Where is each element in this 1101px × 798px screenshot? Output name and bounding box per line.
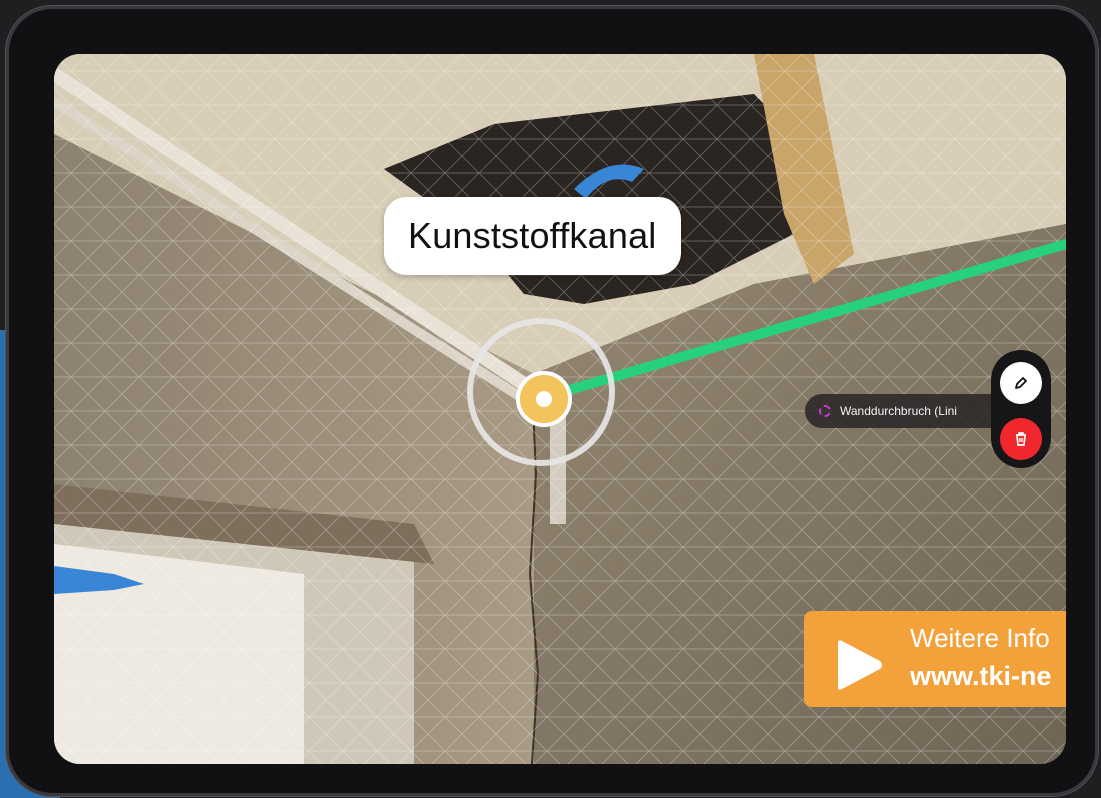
dashed-circle-icon	[819, 405, 831, 417]
anchor-point[interactable]	[516, 371, 572, 427]
promo-url[interactable]: www.tki-ne	[910, 661, 1052, 692]
edit-button[interactable]	[1000, 362, 1042, 404]
delete-button[interactable]	[1000, 418, 1042, 460]
measurement-tooltip[interactable]: Wanddurchbruch (Lini	[805, 394, 999, 428]
trash-icon	[1016, 432, 1026, 446]
ar-camera-view: Kunststoffkanal Wanddurchbruch (Lini Wei…	[54, 54, 1066, 764]
promo-banner[interactable]: Weitere Info www.tki-ne	[804, 611, 1066, 707]
play-icon	[838, 640, 882, 690]
object-label-text: Kunststoffkanal	[408, 215, 657, 256]
tooltip-text: Wanddurchbruch (Lini	[840, 404, 957, 418]
promo-line-1: Weitere Info	[910, 623, 1050, 653]
tablet-device: Kunststoffkanal Wanddurchbruch (Lini Wei…	[6, 6, 1098, 796]
object-label[interactable]: Kunststoffkanal	[384, 197, 681, 275]
pencil-icon	[1015, 377, 1027, 389]
